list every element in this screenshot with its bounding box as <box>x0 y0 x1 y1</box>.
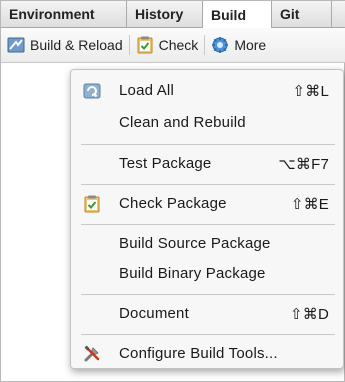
menu-item-clean-rebuild[interactable]: Clean and Rebuild <box>71 109 345 137</box>
load-all-shortcut: ⇧⌘L <box>292 83 329 100</box>
load-all-icon <box>83 83 101 99</box>
gear-icon <box>212 37 229 53</box>
more-dropdown-menu: Load All ⇧⌘L Clean and Rebuild Test Pack… <box>70 69 344 369</box>
test-package-label: Test Package <box>119 155 212 172</box>
build-reload-label: Build & Reload <box>30 37 123 53</box>
tab-git[interactable]: Git <box>272 1 332 27</box>
tab-build[interactable]: Build <box>203 1 272 28</box>
configure-build-tools-label: Configure Build Tools... <box>119 345 278 362</box>
more-button[interactable]: More <box>205 28 272 63</box>
test-package-shortcut: ⌥⌘F7 <box>278 156 329 173</box>
document-label: Document <box>119 305 189 322</box>
build-source-label: Build Source Package <box>119 235 271 252</box>
check-clipboard-icon <box>84 195 100 213</box>
clean-rebuild-label: Clean and Rebuild <box>119 114 246 131</box>
check-clipboard-icon <box>137 36 153 54</box>
tab-environment[interactable]: Environment <box>1 1 127 27</box>
document-shortcut: ⇧⌘D <box>289 306 329 323</box>
build-reload-icon <box>7 37 25 53</box>
build-toolbar: Build & Reload Check More <box>1 28 345 63</box>
menu-item-build-binary[interactable]: Build Binary Package <box>71 260 345 288</box>
tools-icon <box>84 345 100 362</box>
more-label: More <box>234 37 267 53</box>
build-reload-button[interactable]: Build & Reload <box>1 28 129 63</box>
menu-item-test-package[interactable]: Test Package ⌥⌘F7 <box>71 150 345 178</box>
pane-tab-strip: Environment History Build Git <box>1 1 345 28</box>
check-button[interactable]: Check <box>130 28 205 63</box>
menu-item-configure-build-tools[interactable]: Configure Build Tools... <box>71 340 345 368</box>
menu-item-build-source[interactable]: Build Source Package <box>71 230 345 258</box>
menu-item-load-all[interactable]: Load All ⇧⌘L <box>71 77 345 105</box>
menu-item-document[interactable]: Document ⇧⌘D <box>71 300 345 328</box>
tab-history[interactable]: History <box>127 1 203 27</box>
menu-separator <box>81 334 335 335</box>
build-pane: Environment History Build Git Build & Re… <box>0 0 345 382</box>
check-package-shortcut: ⇧⌘E <box>290 196 329 213</box>
build-binary-label: Build Binary Package <box>119 265 266 282</box>
menu-separator <box>81 224 335 225</box>
load-all-label: Load All <box>119 82 174 99</box>
check-package-label: Check Package <box>119 195 227 212</box>
check-label: Check <box>158 37 199 53</box>
menu-separator <box>81 144 335 145</box>
menu-separator <box>81 294 335 295</box>
menu-item-check-package[interactable]: Check Package ⇧⌘E <box>71 190 345 218</box>
menu-separator <box>81 184 335 185</box>
